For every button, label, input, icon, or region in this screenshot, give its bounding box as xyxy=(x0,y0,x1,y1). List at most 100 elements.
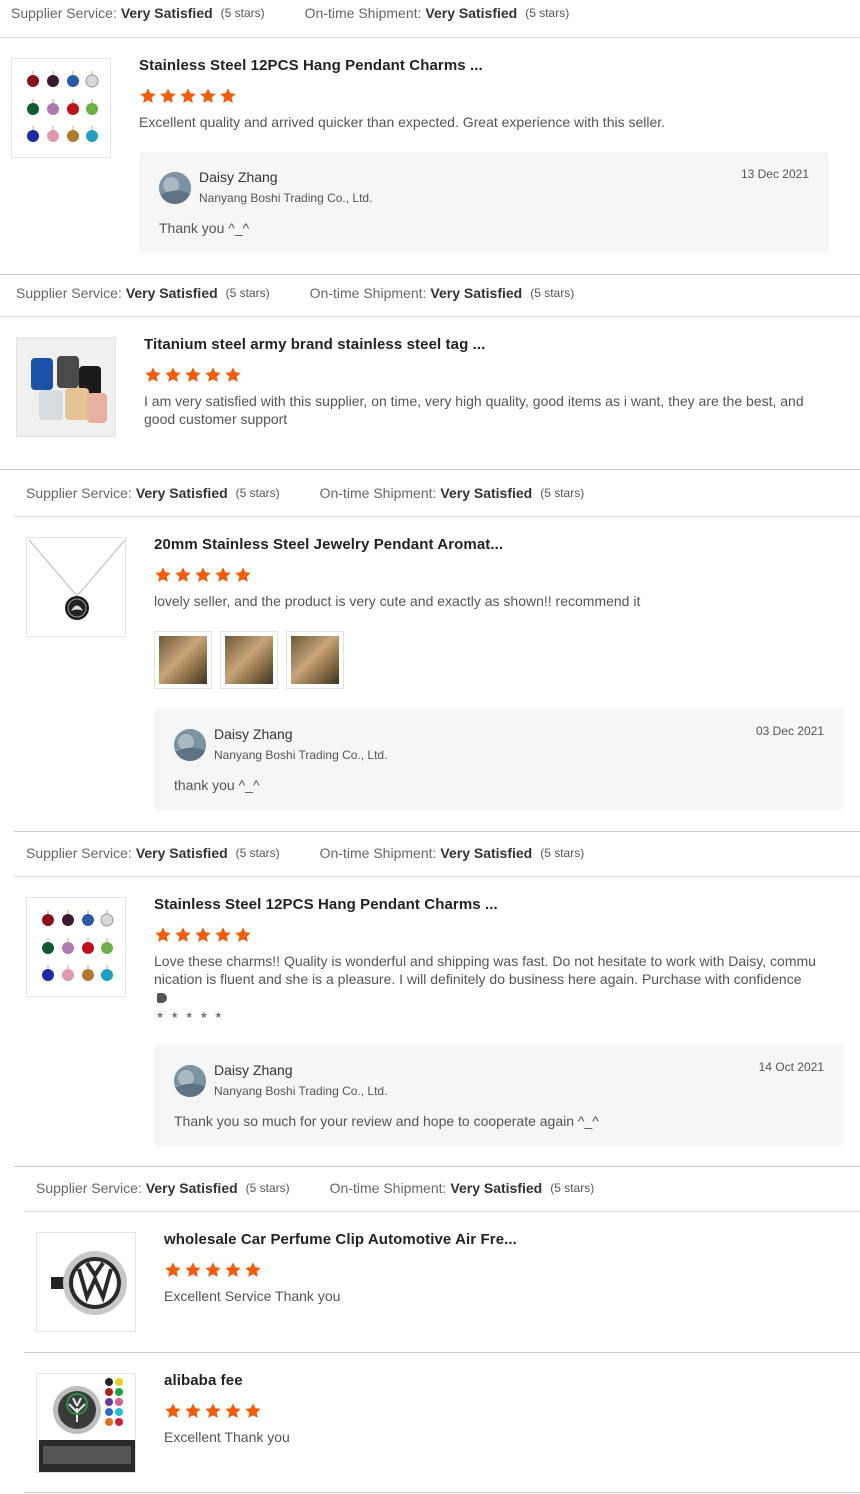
product-thumbnail-necklace[interactable] xyxy=(26,537,126,637)
supplier-reply: Daisy Zhang Nanyang Boshi Trading Co., L… xyxy=(139,152,829,253)
product-title[interactable]: alibaba fee xyxy=(164,1372,243,1389)
divider xyxy=(14,876,860,877)
rating-stars xyxy=(139,87,237,105)
star-icon xyxy=(214,926,232,944)
product-thumbnail-dog-tags[interactable] xyxy=(16,337,116,437)
divider xyxy=(14,831,860,832)
review-text: lovely seller, and the product is very c… xyxy=(154,593,641,609)
rating-summary-bar: Supplier Service: Very Satisfied (5 star… xyxy=(16,274,574,312)
rating-stars xyxy=(144,366,242,384)
product-title[interactable]: Stainless Steel 12PCS Hang Pendant Charm… xyxy=(154,896,498,913)
reply-date: 03 Dec 2021 xyxy=(755,724,824,738)
supplier-service-stars: (5 stars) xyxy=(235,486,280,500)
star-icon xyxy=(224,366,242,384)
ontime-shipment-value: Very Satisfied xyxy=(440,485,533,501)
star-icon xyxy=(214,566,232,584)
star-icon xyxy=(194,926,212,944)
review-text-line: good customer support xyxy=(144,411,288,427)
supplier-service-value: Very Satisfied xyxy=(145,1180,238,1196)
ontime-shipment-stars: (5 stars) xyxy=(530,286,575,300)
supplier-service-label: Supplier Service: xyxy=(26,485,132,501)
star-icon xyxy=(204,1261,222,1279)
divider xyxy=(14,1166,860,1167)
ontime-shipment-value: Very Satisfied xyxy=(450,1180,543,1196)
avatar xyxy=(174,1065,206,1097)
product-title[interactable]: 20mm Stainless Steel Jewelry Pendant Aro… xyxy=(154,536,503,553)
necklace-image xyxy=(28,539,125,620)
star-icon xyxy=(224,1261,242,1279)
charms-image xyxy=(42,910,114,981)
review-text-line: I am very satisfied with this supplier, … xyxy=(144,393,804,409)
supplier-service-label: Supplier Service: xyxy=(11,5,117,21)
ontime-shipment-stars: (5 stars) xyxy=(540,486,585,500)
star-icon xyxy=(184,1261,202,1279)
vw-clip-image xyxy=(37,1233,135,1331)
reply-message: thank you ^_^ xyxy=(174,777,260,793)
divider xyxy=(0,316,860,317)
star-icon xyxy=(184,366,202,384)
reply-message: Thank you so much for your review and ho… xyxy=(174,1113,599,1129)
star-icon xyxy=(154,566,172,584)
tree-clip-image xyxy=(37,1374,135,1472)
star-icon xyxy=(199,87,217,105)
ontime-shipment-value: Very Satisfied xyxy=(430,285,523,301)
supplier-service-value: Very Satisfied xyxy=(135,485,228,501)
reply-author-name: Daisy Zhang xyxy=(199,169,278,185)
avatar xyxy=(174,729,206,761)
product-thumbnail-charms[interactable] xyxy=(26,897,126,997)
star-icon xyxy=(204,1402,222,1420)
star-icon xyxy=(194,566,212,584)
ontime-shipment-label: On-time Shipment: xyxy=(319,845,437,861)
reply-date: 14 Oct 2021 xyxy=(758,1060,824,1074)
product-thumbnail-charms[interactable] xyxy=(11,58,111,158)
star-icon xyxy=(224,1402,242,1420)
divider xyxy=(24,1211,860,1212)
divider xyxy=(24,1352,860,1353)
reply-message: Thank you ^_^ xyxy=(159,220,250,236)
review-text-line: Love these charms!! Quality is wonderful… xyxy=(154,953,816,969)
star-icon xyxy=(164,1261,182,1279)
star-icon xyxy=(219,87,237,105)
product-thumbnail-tree-clip[interactable] xyxy=(36,1373,136,1473)
star-icon xyxy=(164,1402,182,1420)
rating-summary-bar: Supplier Service: Very Satisfied (5 star… xyxy=(36,1169,594,1207)
product-title[interactable]: Stainless Steel 12PCS Hang Pendant Charm… xyxy=(139,57,483,74)
charms-image xyxy=(27,71,99,142)
rating-stars xyxy=(154,566,252,584)
ontime-shipment-label: On-time Shipment: xyxy=(329,1180,447,1196)
ontime-shipment-label: On-time Shipment: xyxy=(319,485,437,501)
supplier-service-stars: (5 stars) xyxy=(225,286,270,300)
product-thumbnail-vw-clip[interactable] xyxy=(36,1232,136,1332)
supplier-service-label: Supplier Service: xyxy=(26,845,132,861)
star-icon xyxy=(144,366,162,384)
ontime-shipment-value: Very Satisfied xyxy=(440,845,533,861)
reply-author-name: Daisy Zhang xyxy=(214,1062,293,1078)
product-title[interactable]: wholesale Car Perfume Clip Automotive Ai… xyxy=(164,1231,517,1248)
star-icon xyxy=(234,926,252,944)
review-text: Excellent quality and arrived quicker th… xyxy=(139,114,666,130)
rating-stars xyxy=(164,1261,262,1279)
star-icon xyxy=(174,926,192,944)
small-stars-text: ★ ★ ★ ★ ★ xyxy=(156,1010,225,1020)
divider xyxy=(0,469,860,470)
review-text: Excellent Service Thank you xyxy=(164,1288,341,1304)
divider xyxy=(14,516,860,517)
review-photo[interactable] xyxy=(286,631,344,689)
reply-date: 13 Dec 2021 xyxy=(740,167,809,181)
review-photo[interactable] xyxy=(220,631,278,689)
reply-author-name: Daisy Zhang xyxy=(214,726,293,742)
dog-tags-image xyxy=(17,338,115,436)
star-icon xyxy=(174,566,192,584)
rating-stars xyxy=(154,926,252,944)
ontime-shipment-value: Very Satisfied xyxy=(425,5,518,21)
supplier-service-stars: (5 stars) xyxy=(245,1181,290,1195)
ontime-shipment-stars: (5 stars) xyxy=(540,846,585,860)
supplier-reply: Daisy Zhang Nanyang Boshi Trading Co., L… xyxy=(154,1045,844,1146)
review-photo[interactable] xyxy=(154,631,212,689)
supplier-service-value: Very Satisfied xyxy=(120,5,213,21)
star-icon xyxy=(179,87,197,105)
ontime-shipment-label: On-time Shipment: xyxy=(309,285,427,301)
supplier-service-stars: (5 stars) xyxy=(235,846,280,860)
supplier-service-label: Supplier Service: xyxy=(36,1180,142,1196)
product-title[interactable]: Titanium steel army brand stainless stee… xyxy=(144,336,485,353)
